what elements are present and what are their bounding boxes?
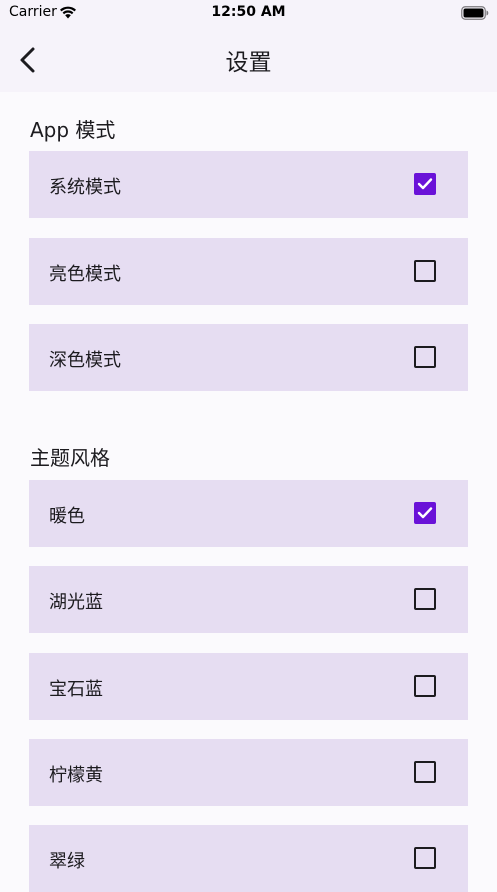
page-title: 设置	[225, 50, 272, 76]
section-title-app-mode: App 模式	[30, 118, 116, 142]
option-label: 亮色模式	[49, 264, 121, 285]
navigation-bar: 设置	[0, 26, 497, 92]
checkbox[interactable]	[414, 675, 436, 697]
checkmark-icon	[417, 178, 433, 190]
option-label: 翠绿	[49, 851, 85, 872]
option-label: 柠檬黄	[49, 765, 103, 786]
checkbox[interactable]	[414, 847, 436, 869]
option-warm[interactable]: 暖色	[29, 480, 468, 547]
checkbox[interactable]	[414, 588, 436, 610]
option-lake-blue[interactable]: 湖光蓝	[29, 566, 468, 633]
checkbox[interactable]	[414, 173, 436, 195]
checkmark-icon	[417, 507, 433, 519]
option-dark-mode[interactable]: 深色模式	[29, 324, 468, 391]
option-lemon-yellow[interactable]: 柠檬黄	[29, 739, 468, 806]
option-light-mode[interactable]: 亮色模式	[29, 238, 468, 305]
option-gem-blue[interactable]: 宝石蓝	[29, 653, 468, 720]
checkbox[interactable]	[414, 346, 436, 368]
status-time: 12:50 AM	[211, 4, 286, 20]
checkbox[interactable]	[414, 502, 436, 524]
option-label: 系统模式	[49, 177, 121, 198]
section-title-theme-style: 主题风格	[30, 446, 110, 470]
option-label: 暖色	[49, 506, 85, 527]
checkbox[interactable]	[414, 260, 436, 282]
battery-icon	[461, 5, 489, 20]
option-label: 深色模式	[49, 350, 121, 371]
option-emerald-green[interactable]: 翠绿	[29, 825, 468, 892]
status-bar: Carrier 12:50 AM	[0, 0, 497, 26]
option-label: 湖光蓝	[49, 592, 103, 613]
checkbox[interactable]	[414, 761, 436, 783]
option-system-mode[interactable]: 系统模式	[29, 151, 468, 218]
option-label: 宝石蓝	[49, 679, 103, 700]
